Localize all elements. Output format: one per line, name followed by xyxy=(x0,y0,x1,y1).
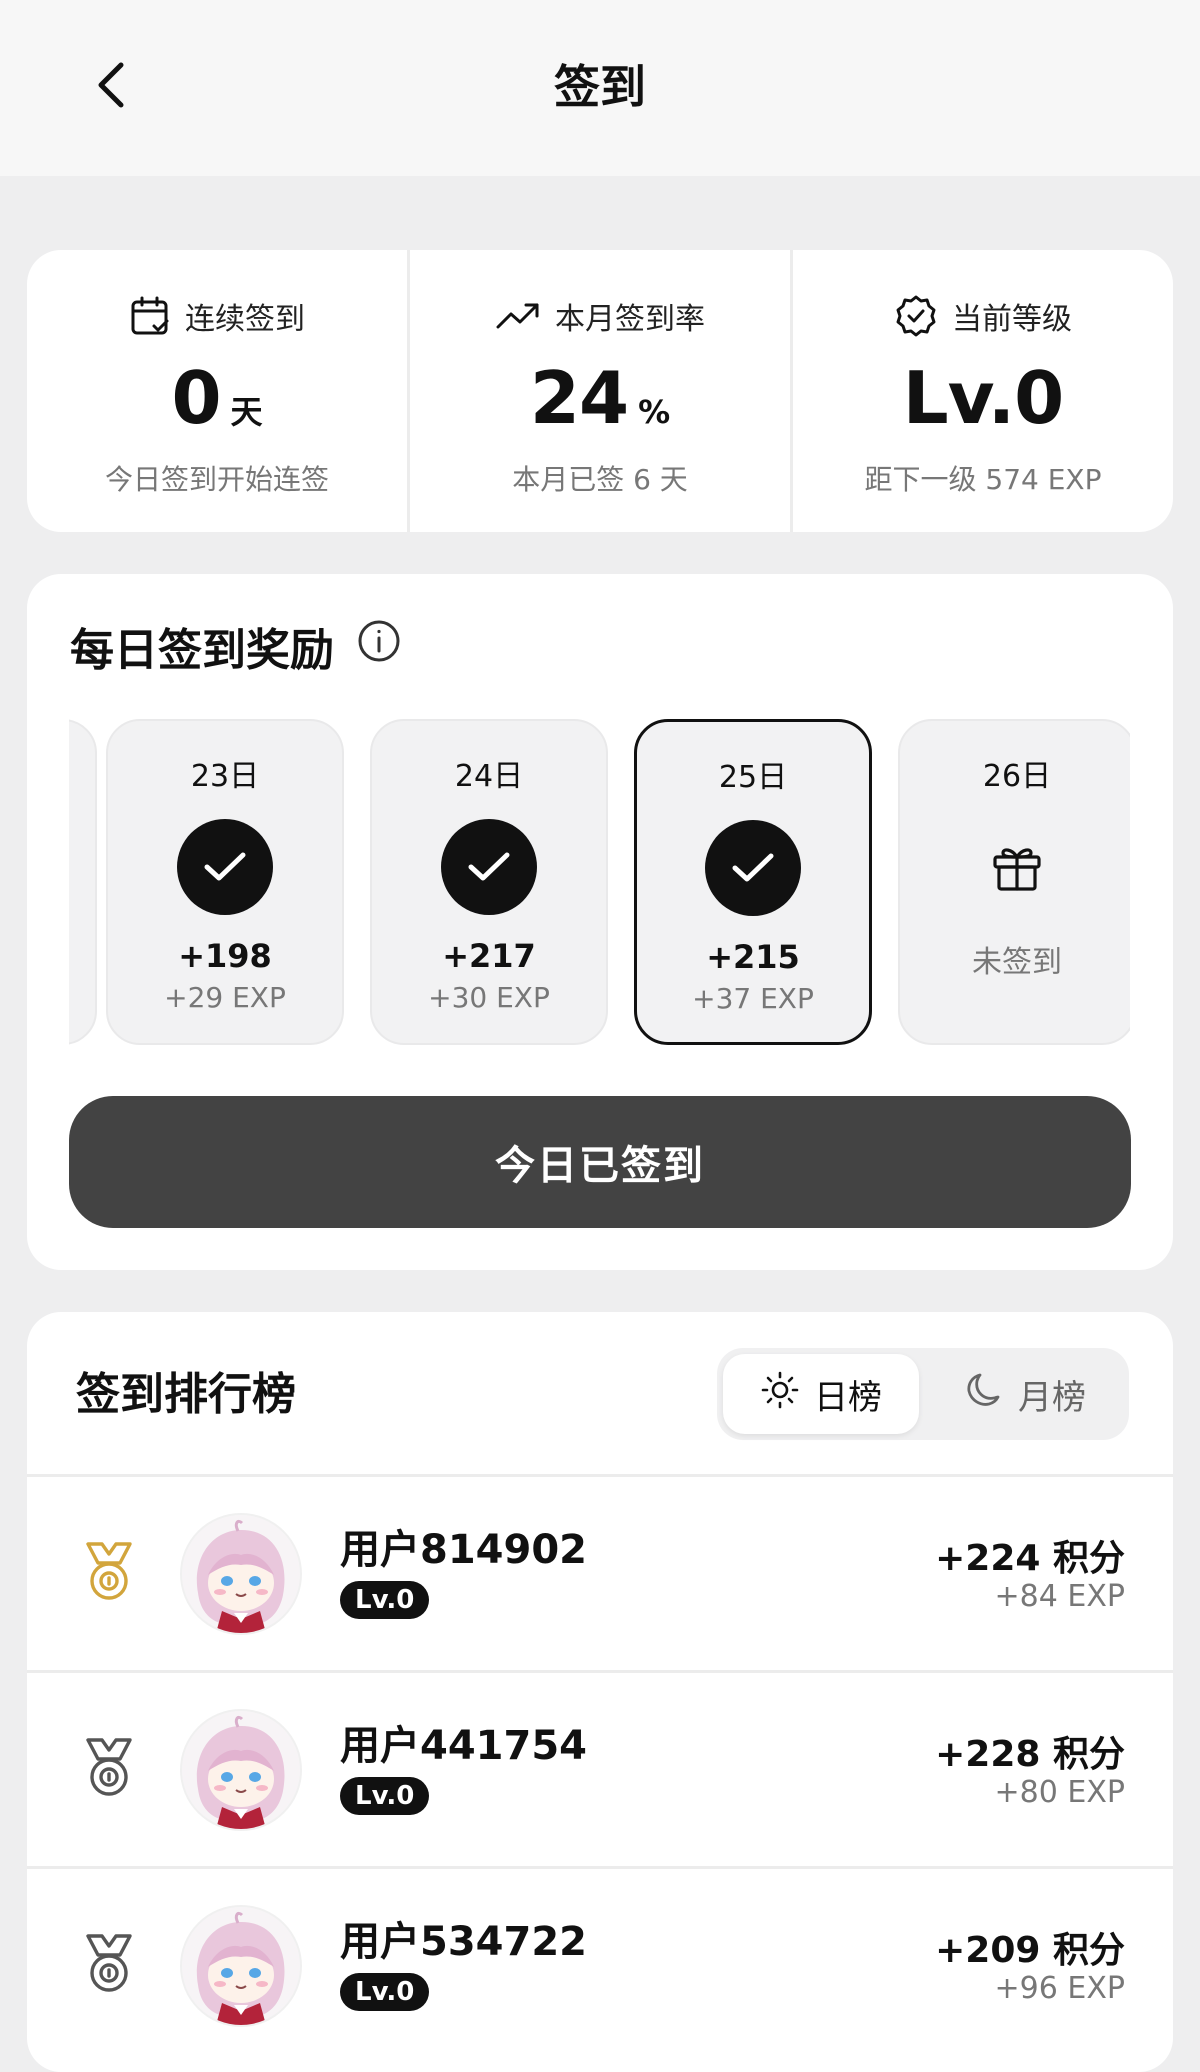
info-icon[interactable] xyxy=(356,618,402,675)
day-exp: +37 EXP xyxy=(692,982,814,1015)
stat-subtext: 距下一级 574 EXP xyxy=(864,463,1102,496)
stat-subtext: 今日签到开始连签 xyxy=(104,463,329,496)
day-date: 26日 xyxy=(982,759,1052,794)
day-status: 未签到 xyxy=(972,945,1062,980)
stat-unit: % xyxy=(638,393,671,431)
ranking-list: 用户814902 Lv.0 +224 积分 +84 EXP 用户441754 L… xyxy=(27,1474,1173,2062)
ranking-row[interactable]: 用户441754 Lv.0 +228 积分 +80 EXP xyxy=(27,1670,1173,1866)
tab-label: 月榜 xyxy=(1018,1377,1086,1418)
badge-check-icon xyxy=(894,294,938,338)
tab-monthly[interactable]: 月榜 xyxy=(927,1354,1123,1434)
daily-reward-card: 每日签到奖励 23日 +198 +29 EXP 24日 +217 +30 EXP… xyxy=(27,574,1173,1270)
level-badge: Lv.0 xyxy=(340,1777,430,1815)
stat-label: 当前等级 xyxy=(952,302,1072,337)
points-value: +224 积分 xyxy=(935,1538,1125,1579)
exp-value: +96 EXP xyxy=(994,1971,1125,2006)
day-exp: +30 EXP xyxy=(428,981,550,1014)
check-icon xyxy=(441,819,537,915)
gift-icon xyxy=(969,819,1065,915)
username: 用户441754 xyxy=(340,1723,587,1769)
check-icon xyxy=(177,819,273,915)
sun-icon xyxy=(760,1370,800,1419)
ranking-period-toggle: 日榜 月榜 xyxy=(717,1348,1129,1440)
signin-button[interactable]: 今日已签到 xyxy=(69,1096,1131,1228)
top-bar: 签到 xyxy=(0,0,1200,176)
section-title: 每日签到奖励 xyxy=(70,625,334,676)
day-date: 25日 xyxy=(718,760,788,795)
medal-icon xyxy=(80,1539,138,1609)
medal-icon xyxy=(80,1931,138,2001)
stat-streak: 连续签到 0 天 今日签到开始连签 xyxy=(27,250,407,532)
page-title: 签到 xyxy=(554,60,646,114)
stat-level: 当前等级 Lv.0 距下一级 574 EXP xyxy=(790,250,1173,532)
day-points: +215 xyxy=(706,938,800,976)
day-card[interactable]: 24日 +217 +30 EXP xyxy=(370,719,608,1045)
stat-value: 24 xyxy=(529,356,629,440)
stat-label: 本月签到率 xyxy=(555,302,705,337)
day-points: +198 xyxy=(178,937,272,975)
day-card-22[interactable] xyxy=(69,719,97,1045)
day-exp: +29 EXP xyxy=(164,981,286,1014)
day-date: 24日 xyxy=(454,759,524,794)
level-badge: Lv.0 xyxy=(340,1581,430,1619)
stat-monthly-rate: 本月签到率 24 % 本月已签 6 天 xyxy=(407,250,790,532)
avatar[interactable] xyxy=(182,1515,300,1633)
tab-daily[interactable]: 日榜 xyxy=(723,1354,919,1434)
day-card-today[interactable]: 25日 +215 +37 EXP xyxy=(634,719,872,1045)
day-card[interactable]: 26日 未签到 xyxy=(898,719,1130,1045)
exp-value: +80 EXP xyxy=(994,1775,1125,1810)
exp-value: +84 EXP xyxy=(994,1579,1125,1614)
points-value: +228 积分 xyxy=(935,1734,1125,1775)
day-date: 23日 xyxy=(190,759,260,794)
trending-up-icon xyxy=(495,295,541,337)
stats-card: 连续签到 0 天 今日签到开始连签 本月签到率 24 % 本月已签 6 天 当前… xyxy=(27,250,1173,532)
calendar-check-icon xyxy=(129,295,171,337)
days-carousel[interactable]: 23日 +198 +29 EXP 24日 +217 +30 EXP 25日 +2… xyxy=(69,714,1130,1050)
medal-icon xyxy=(80,1735,138,1805)
stat-subtext: 本月已签 6 天 xyxy=(512,463,688,496)
avatar[interactable] xyxy=(182,1907,300,2025)
stat-unit: 天 xyxy=(230,393,263,431)
day-card[interactable]: 23日 +198 +29 EXP xyxy=(106,719,344,1045)
day-points: +217 xyxy=(442,937,536,975)
ranking-card: 签到排行榜 日榜 月榜 用户814902 Lv.0 +224 积分 +84 EX… xyxy=(27,1312,1173,2072)
stat-value: 0 xyxy=(171,356,221,440)
level-badge: Lv.0 xyxy=(340,1973,430,2011)
check-icon xyxy=(705,820,801,916)
username: 用户534722 xyxy=(340,1919,587,1965)
points-value: +209 积分 xyxy=(935,1930,1125,1971)
section-title: 签到排行榜 xyxy=(76,1369,296,1420)
stat-label: 连续签到 xyxy=(185,302,305,337)
tab-label: 日榜 xyxy=(814,1377,882,1418)
ranking-row[interactable]: 用户814902 Lv.0 +224 积分 +84 EXP xyxy=(27,1474,1173,1670)
ranking-row[interactable]: 用户534722 Lv.0 +209 积分 +96 EXP xyxy=(27,1866,1173,2062)
stat-value: Lv.0 xyxy=(902,356,1064,440)
avatar[interactable] xyxy=(182,1711,300,1829)
username: 用户814902 xyxy=(340,1527,587,1573)
moon-icon xyxy=(964,1370,1004,1419)
